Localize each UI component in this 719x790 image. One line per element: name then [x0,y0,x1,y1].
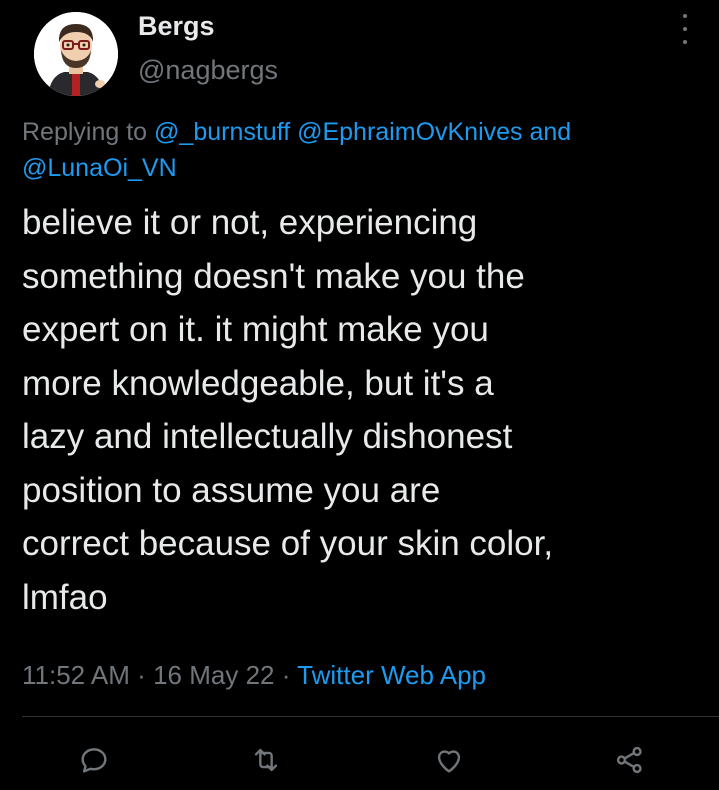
mention-joiner: and [529,118,572,146]
mention-link-1[interactable]: @_burnstuff [154,118,290,146]
tweet-source[interactable]: Twitter Web App [297,660,486,690]
like-icon [437,750,461,773]
tweet-time[interactable]: 11:52 AM [22,660,130,690]
divider [22,716,719,717]
share-icon [616,746,642,774]
user-handle[interactable]: @nagbergs [138,54,278,86]
like-button[interactable] [429,740,469,780]
replying-to-line: Replying to @_burnstuff @EphraimOvKnives… [22,114,712,186]
more-options-icon[interactable] [675,14,695,44]
share-button[interactable] [610,740,650,780]
mention-link-3[interactable]: @LunaOi_VN [22,154,177,182]
action-bar [0,740,719,780]
tweet-date[interactable]: 16 May 22 [153,660,274,690]
reply-button[interactable] [74,740,114,780]
display-name[interactable]: Bergs [138,10,215,42]
meta-separator-1: · [137,660,146,690]
mention-link-2[interactable]: @EphraimOvKnives [297,118,522,146]
meta-separator-2: · [281,660,291,690]
tweet-text: believe it or not, experiencing somethin… [22,203,554,617]
tweet-metadata: 11:52 AM · 16 May 22 · Twitter Web App [22,657,486,693]
avatar[interactable] [34,12,118,96]
tweet-detail: Bergs @nagbergs Replying to @_burnstuff … [0,0,719,790]
retweet-button[interactable] [246,740,286,780]
cartoon-avatar-icon [34,12,118,96]
reply-icon [81,748,107,773]
replying-to-label: Replying to [22,118,148,146]
retweet-icon [254,748,278,772]
